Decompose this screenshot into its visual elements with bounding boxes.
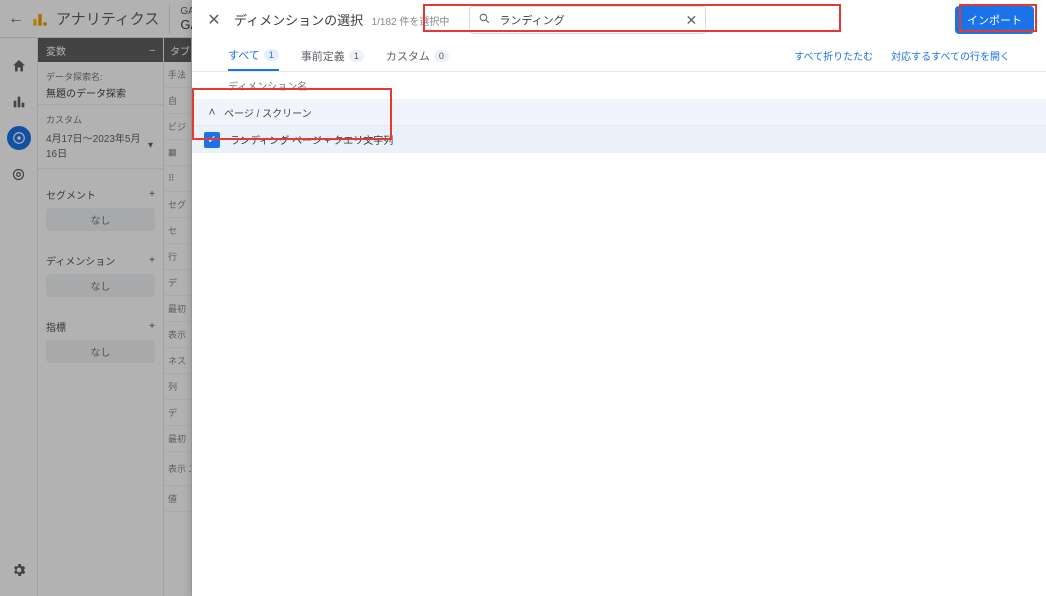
dimension-item-landing-page[interactable]: ✓ ランディング ページ + クエリ文字列: [192, 125, 1046, 153]
expand-matching-link[interactable]: 対応するすべての行を開く: [891, 48, 1010, 63]
tab-custom[interactable]: カスタム 0: [386, 48, 449, 70]
dimension-item-label: ランディング ページ + クエリ文字列: [230, 132, 393, 147]
search-field-wrap[interactable]: ✕: [469, 6, 706, 34]
close-icon[interactable]: ✕: [204, 10, 224, 30]
tab-row: すべて 1 事前定義 1 カスタム 0 すべて折りたたむ 対応するすべての行を開…: [192, 40, 1046, 72]
search-input[interactable]: [499, 14, 685, 26]
tab-all-label: すべて: [228, 47, 260, 63]
tab-custom-label: カスタム: [386, 48, 430, 64]
clear-search-icon[interactable]: ✕: [685, 12, 697, 29]
group-page-screen[interactable]: ˄ ページ / スクリーン: [192, 99, 1046, 125]
collapse-all-link[interactable]: すべて折りたたむ: [794, 48, 873, 63]
checkbox-checked-icon[interactable]: ✓: [204, 132, 220, 148]
tab-all-count: 1: [264, 49, 279, 61]
group-label: ページ / スクリーン: [224, 105, 312, 120]
tab-predefined-label: 事前定義: [301, 48, 345, 64]
dimension-picker-panel: ✕ ディメンションの選択 1/182 件を選択中 ✕ インポート すべて 1 事…: [192, 0, 1046, 596]
import-button[interactable]: インポート: [955, 6, 1034, 34]
tab-predefined[interactable]: 事前定義 1: [301, 48, 364, 70]
selection-count: 1/182 件を選択中: [372, 17, 450, 28]
tab-predefined-count: 1: [349, 50, 364, 62]
column-header: ディメンション名: [192, 72, 1046, 99]
tab-all[interactable]: すべて 1: [228, 47, 279, 71]
search-icon: [478, 12, 491, 28]
chevron-up-icon: ˄: [200, 105, 224, 119]
modal-header: ✕ ディメンションの選択 1/182 件を選択中 ✕ インポート: [192, 0, 1046, 40]
tab-custom-count: 0: [434, 50, 449, 62]
modal-title: ディメンションの選択: [234, 13, 363, 28]
